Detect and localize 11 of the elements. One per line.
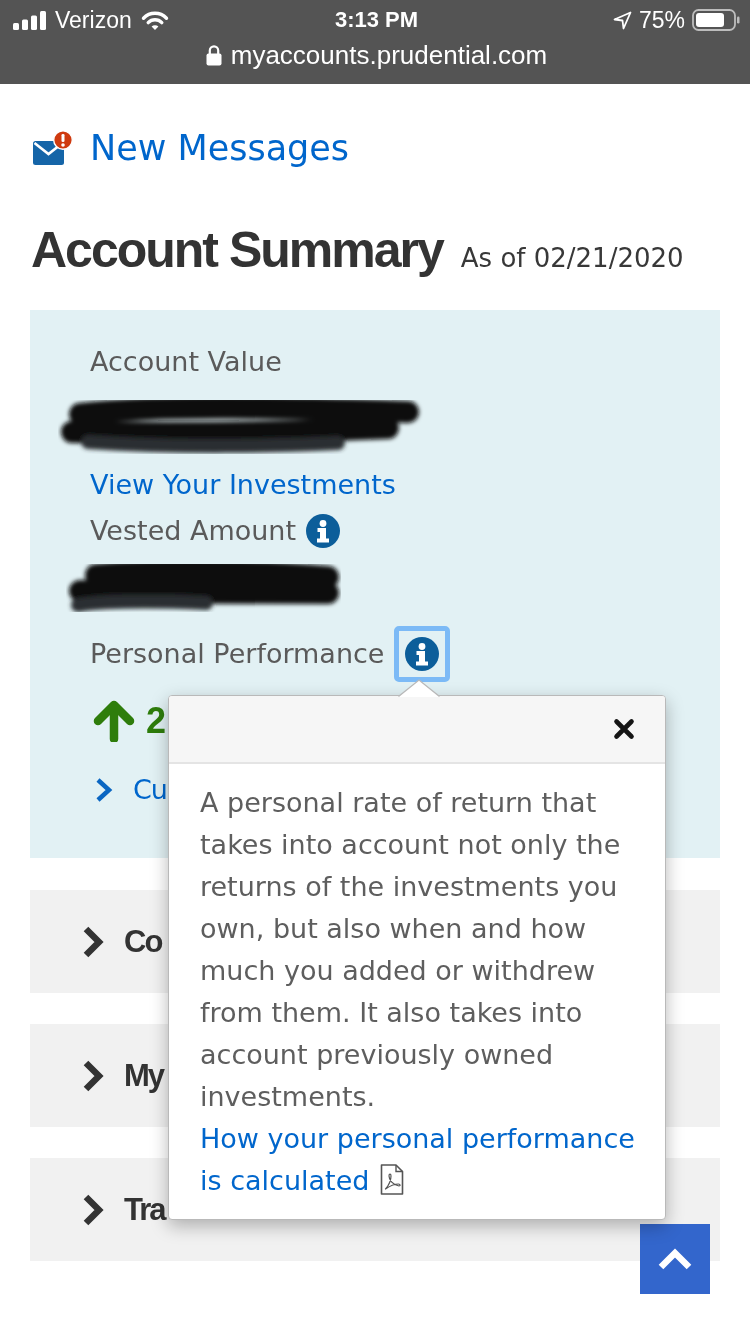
page-title: Account Summary bbox=[31, 221, 443, 280]
clock-time: 3:13 PM bbox=[334, 6, 419, 34]
performance-value: 2 bbox=[146, 700, 167, 742]
popover-text: A personal rate of return that takes into account not only the returns of the investments you own, but also when and how much you added or withdrew from them. It also takes into account previously owned investments. bbox=[200, 786, 622, 1114]
battery-percent: 75% bbox=[638, 6, 685, 34]
field-label: Account Value bbox=[90, 345, 282, 379]
url-text: myaccounts.prudential.com bbox=[230, 39, 548, 72]
carrier-name: Verizon bbox=[55, 6, 132, 34]
field-label: Vested Amount bbox=[90, 514, 297, 548]
as-of-date: As of 02/21/2020 bbox=[460, 243, 684, 273]
field-label: Personal Performance bbox=[90, 637, 385, 671]
